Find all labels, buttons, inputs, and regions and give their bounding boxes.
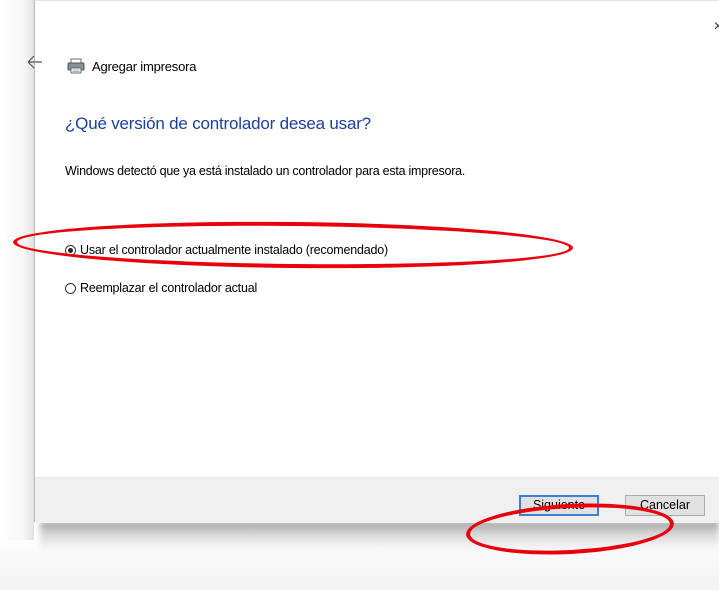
- cancel-button[interactable]: Cancelar: [625, 495, 705, 516]
- window-shadow-bottom: [40, 521, 719, 555]
- page-description: Windows detectó que ya está instalado un…: [65, 164, 466, 178]
- radio-button[interactable]: [65, 282, 76, 294]
- close-icon[interactable]: ×: [714, 19, 719, 35]
- next-button[interactable]: Siguiente: [519, 495, 599, 516]
- option-label: Usar el controlador actualmente instalad…: [80, 243, 388, 257]
- printer-icon: [67, 58, 85, 74]
- dialog-title-row: Agregar impresora: [67, 57, 196, 75]
- page-heading: ¿Qué versión de controlador desea usar?: [65, 114, 371, 133]
- screenshot-stage: × Agregar impresora ¿Qué versión de cont…: [0, 0, 719, 590]
- back-arrow-icon[interactable]: [27, 55, 43, 69]
- radio-button-selected[interactable]: [65, 244, 76, 256]
- option-label: Reemplazar el controlador actual: [80, 281, 258, 295]
- option-replace-driver[interactable]: Reemplazar el controlador actual: [65, 281, 257, 295]
- window-shadow-left: [0, 0, 34, 540]
- add-printer-dialog: × Agregar impresora ¿Qué versión de cont…: [27, 0, 719, 523]
- dialog-footer: Siguiente Cancelar: [35, 477, 719, 523]
- dialog-title: Agregar impresora: [92, 58, 197, 74]
- option-use-installed-driver[interactable]: Usar el controlador actualmente instalad…: [65, 243, 388, 257]
